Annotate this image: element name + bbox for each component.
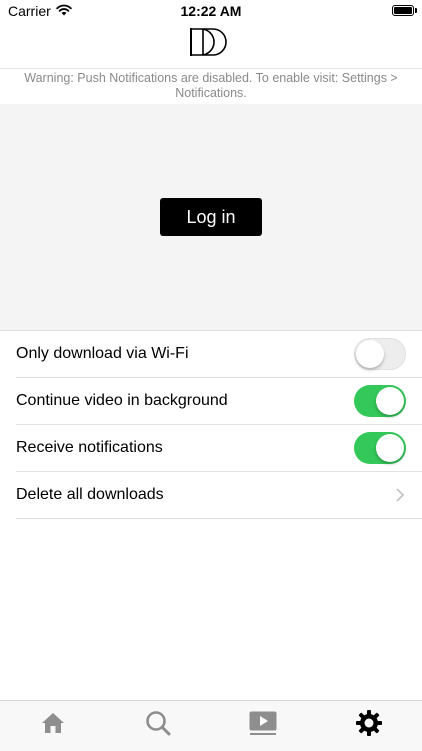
notifications-toggle[interactable] <box>354 432 406 464</box>
background-video-toggle[interactable] <box>354 385 406 417</box>
search-icon <box>144 709 172 742</box>
home-icon <box>40 711 66 740</box>
tab-video[interactable] <box>248 711 278 739</box>
status-bar: Carrier 12:22 AM <box>0 0 422 22</box>
toggle-knob <box>356 339 384 368</box>
toggle-knob <box>376 434 404 462</box>
battery-icon <box>392 5 417 16</box>
tab-bar <box>0 700 422 751</box>
tab-home[interactable] <box>38 711 68 739</box>
chevron-right-icon <box>396 488 405 507</box>
wifi-only-toggle[interactable] <box>354 338 406 370</box>
gear-icon <box>355 709 383 742</box>
delete-downloads-row[interactable]: Delete all downloads <box>16 472 422 519</box>
status-time: 12:22 AM <box>180 3 242 19</box>
toggle-knob <box>376 387 404 415</box>
settings-list: Only download via Wi-Fi Continue video i… <box>0 330 422 519</box>
setting-row-background-video: Continue video in background <box>16 378 422 425</box>
setting-label: Delete all downloads <box>16 486 164 503</box>
login-button[interactable]: Log in <box>160 198 262 236</box>
setting-row-notifications: Receive notifications <box>16 425 422 472</box>
tab-settings[interactable] <box>354 709 384 742</box>
setting-label: Continue video in background <box>16 392 228 409</box>
setting-label: Only download via Wi-Fi <box>16 345 189 362</box>
push-notification-warning: Warning: Push Notifications are disabled… <box>0 68 422 104</box>
login-panel: Log in <box>0 104 422 330</box>
tab-search[interactable] <box>143 709 173 742</box>
dd-logo-icon <box>189 25 233 64</box>
setting-label: Receive notifications <box>16 439 163 456</box>
nav-bar <box>0 22 422 66</box>
video-icon <box>248 710 278 741</box>
setting-row-wifi-only: Only download via Wi-Fi <box>16 331 422 378</box>
